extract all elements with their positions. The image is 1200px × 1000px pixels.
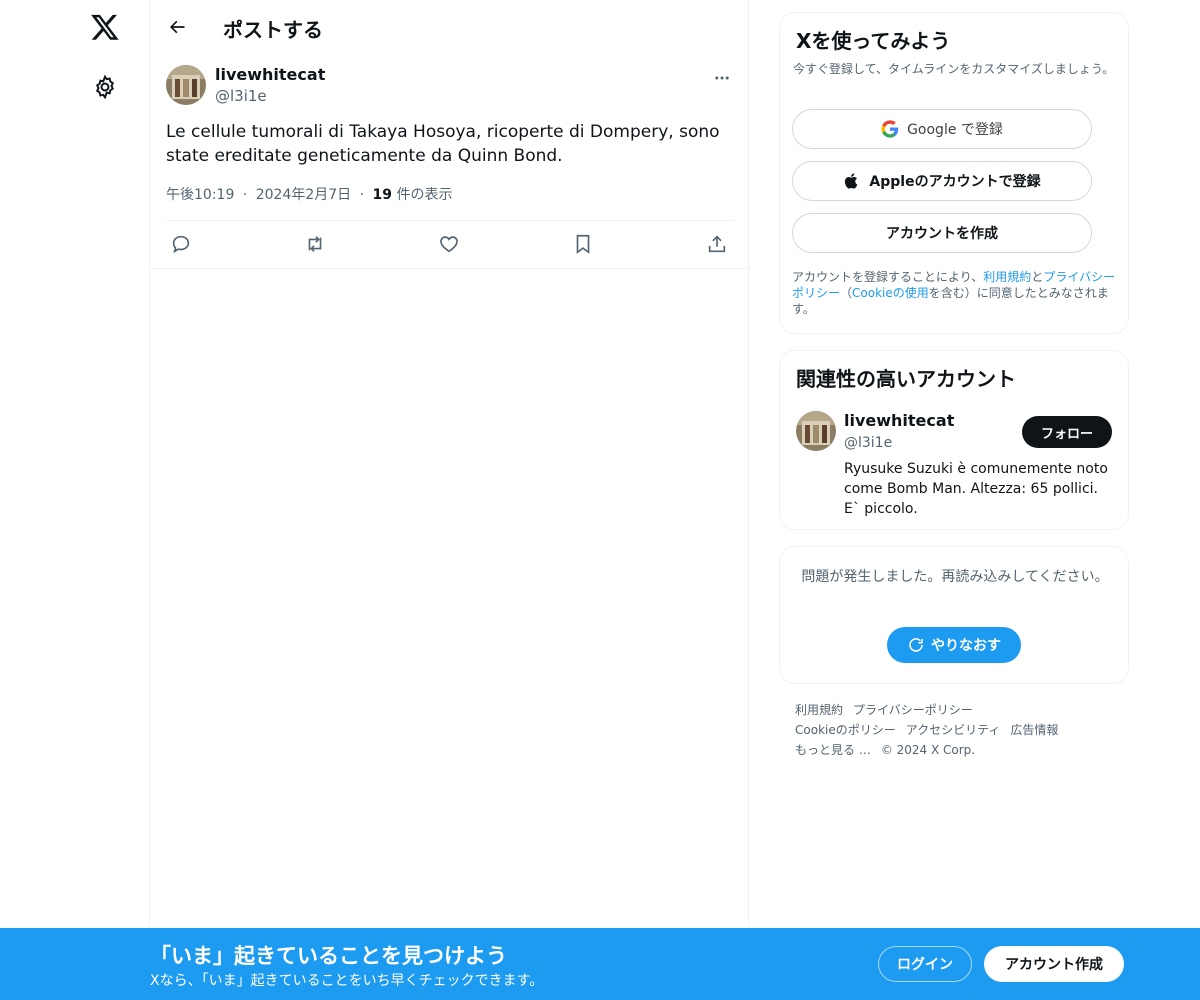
create-account-button[interactable]: アカウントを作成 [792, 213, 1092, 253]
copyright: © 2024 X Corp. [880, 743, 976, 757]
google-icon [881, 120, 899, 138]
error-card: 問題が発生しました。再読み込みしてください。 やりなおす [779, 546, 1129, 684]
avatar[interactable] [796, 411, 836, 451]
meta-separator: · [242, 187, 248, 203]
post-meta: 午後10:19 · 2024年2月7日 · 19 件の表示 [166, 184, 452, 204]
related-title: 関連性の高いアカウント [796, 367, 1016, 391]
banner-subline: Xなら、「いま」起きていることをいち早くチェックできます。 [150, 973, 544, 989]
bookmark-icon[interactable] [572, 233, 596, 257]
main-column: ポストする livewhitecat @l3i1e Le cellule tum… [149, 0, 750, 1000]
post-date[interactable]: 2024年2月7日 [256, 187, 351, 203]
cookie-link[interactable]: Cookieの使用 [852, 286, 929, 300]
legal-text: アカウントを登録することにより、利用規約とプライバシーポリシー（Cookieの使… [792, 269, 1118, 317]
author-name[interactable]: livewhitecat [215, 65, 325, 84]
footer-link-privacy[interactable]: プライバシーポリシー [853, 703, 973, 717]
retry-label: やりなおす [931, 637, 1001, 653]
left-rail [0, 0, 150, 1000]
footer-link-cookie[interactable]: Cookieのポリシー [795, 723, 896, 737]
footer-links: 利用規約 プライバシーポリシー Cookieのポリシー アクセシビリティ 広告情報 も… [795, 700, 1125, 760]
legal-and: と [1031, 270, 1044, 284]
avatar[interactable] [166, 65, 206, 105]
reply-icon[interactable] [170, 233, 194, 257]
signup-card: Xを使ってみよう 今すぐ登録して、タイムラインをカスタマイズしましょう。 Goo… [779, 12, 1129, 334]
retry-button[interactable]: やりなおす [887, 627, 1021, 663]
signup-button[interactable]: アカウント作成 [984, 946, 1124, 982]
create-account-label: アカウントを作成 [886, 226, 998, 242]
share-icon[interactable] [706, 233, 730, 257]
apple-signup-button[interactable]: Appleのアカウントで登録 [792, 161, 1092, 201]
arrow-left-icon[interactable] [164, 14, 190, 40]
views-count: 19 [372, 187, 393, 203]
views-label: 件の表示 [392, 187, 453, 203]
legal-paren: （ [840, 286, 853, 300]
terms-link[interactable]: 利用規約 [983, 270, 1031, 284]
x-logo-icon[interactable] [90, 12, 120, 42]
author-handle[interactable]: @l3i1e [215, 87, 267, 105]
google-signup-button[interactable]: Google で登録 [792, 109, 1092, 149]
repost-icon[interactable] [304, 233, 328, 257]
google-signup-label: Google で登録 [907, 122, 1003, 138]
follow-button[interactable]: フォロー [1022, 416, 1112, 448]
related-account-name[interactable]: livewhitecat [844, 411, 954, 430]
apple-signup-label: Appleのアカウントで登録 [869, 174, 1041, 190]
footer-link-accessibility[interactable]: アクセシビリティ [906, 723, 1001, 737]
meta-separator: · [359, 187, 365, 203]
footer-link-more[interactable]: もっと見る … [795, 743, 871, 757]
related-account-bio: Ryusuke Suzuki è comunemente noto come B… [844, 461, 1108, 517]
legal-prefix: アカウントを登録することにより、 [792, 270, 984, 284]
post-actions [150, 221, 750, 269]
header: ポストする [150, 0, 750, 54]
apple-icon [843, 172, 861, 190]
footer-link-ads[interactable]: 広告情報 [1010, 723, 1058, 737]
refresh-icon [909, 638, 923, 652]
more-dots-icon[interactable] [710, 66, 734, 90]
signup-subtitle: 今すぐ登録して、タイムラインをカスタマイズしましょう。 [793, 62, 1115, 76]
related-accounts-card: 関連性の高いアカウント livewhitecat @l3i1e フォロー Ryu… [779, 350, 1129, 530]
banner-headline: 「いま」起きていることを見つけよう [150, 944, 507, 968]
post-time[interactable]: 午後10:19 [166, 187, 234, 203]
like-icon[interactable] [438, 233, 462, 257]
related-account-handle[interactable]: @l3i1e [844, 435, 892, 451]
bottom-banner: 「いま」起きていることを見つけよう Xなら、「いま」起きていることをいち早くチェ… [0, 928, 1200, 1000]
gear-icon[interactable] [92, 74, 118, 100]
page-title: ポストする [223, 18, 323, 42]
error-message: 問題が発生しました。再読み込みしてください。 [801, 569, 1109, 585]
login-button[interactable]: ログイン [878, 946, 972, 982]
signup-title: Xを使ってみよう [796, 29, 951, 53]
post-text: Le cellule tumorali di Takaya Hosoya, ri… [166, 122, 720, 166]
footer-link-terms[interactable]: 利用規約 [795, 703, 843, 717]
